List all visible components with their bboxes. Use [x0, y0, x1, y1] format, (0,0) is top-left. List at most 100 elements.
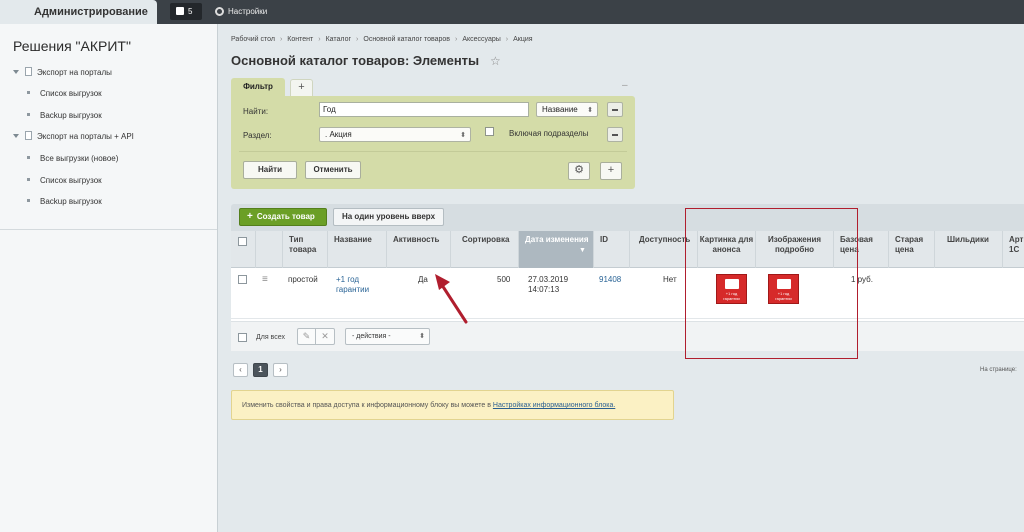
sidebar-item-label: Backup выгрузок — [40, 197, 102, 206]
edit-selected-button[interactable]: ✎ — [297, 328, 316, 345]
header-article[interactable]: Арт 1С — [1002, 231, 1024, 268]
cell-type: простой — [288, 275, 318, 284]
notification-count: 5 — [188, 7, 193, 16]
find-field-value: Название — [542, 105, 578, 114]
sidebar-divider — [0, 229, 217, 230]
breadcrumb-item[interactable]: Акция — [513, 36, 532, 43]
bullet-icon — [27, 199, 30, 202]
actions-select[interactable]: - действия - ⬍ — [345, 328, 430, 345]
breadcrumb-item[interactable]: Контент — [287, 36, 313, 43]
prev-page-button[interactable]: ‹ — [233, 363, 248, 377]
delete-selected-button[interactable]: ✕ — [316, 328, 335, 345]
sidebar-item-label: Экспорт на порталы — [37, 68, 112, 77]
row-checkbox[interactable] — [238, 275, 247, 284]
cell-name-link[interactable]: +1 год гарантии — [336, 275, 376, 295]
filter-tab[interactable]: Фильтр — [231, 78, 285, 97]
add-filter-tab-button[interactable]: + — [290, 79, 313, 96]
iblock-settings-link[interactable]: Настройках информационного блока. — [493, 402, 615, 409]
sidebar-item-label: Список выгрузок — [40, 89, 102, 98]
header-old-price[interactable]: Старая цена — [888, 231, 934, 268]
select-arrow-icon: ⬍ — [460, 132, 466, 139]
annotation-rectangle — [685, 208, 858, 359]
find-label: Найти: — [243, 107, 269, 116]
add-filter-field-button[interactable]: + — [600, 162, 622, 180]
sidebar-item-backup-api[interactable]: Backup выгрузок — [27, 196, 102, 208]
notification-icon — [176, 7, 184, 15]
filter-minimize-button[interactable]: – — [622, 80, 628, 91]
find-button[interactable]: Найти — [243, 161, 297, 179]
bullet-icon — [27, 156, 30, 159]
sidebar-item-label: Backup выгрузок — [40, 111, 102, 120]
settings-label: Настройки — [228, 7, 268, 16]
select-all-checkbox[interactable] — [238, 237, 247, 246]
table-row[interactable]: ≡ простой +1 год гарантии Да 500 27.03.2… — [231, 269, 1024, 319]
header-date[interactable]: Дата изменения ▼ — [518, 231, 593, 268]
breadcrumb-item[interactable]: Рабочий стол — [231, 36, 275, 43]
filter-divider — [239, 151, 627, 152]
breadcrumb-item[interactable]: Основной каталог товаров — [363, 36, 450, 43]
admin-tab[interactable]: Администрирование — [0, 0, 157, 24]
cell-id-link[interactable]: 91408 — [599, 275, 621, 285]
notice-text: Изменить свойства и права доступа к инфо… — [242, 402, 493, 409]
table-header: Тип товара Название Активность Сортировк… — [231, 231, 1024, 268]
header-type[interactable]: Тип товара — [282, 231, 327, 268]
find-input[interactable]: Год — [319, 102, 529, 117]
top-bar: Администрирование 5 Настройки — [0, 0, 1024, 24]
document-icon — [25, 67, 32, 76]
sidebar-item-backup[interactable]: Backup выгрузок — [27, 110, 102, 122]
header-id[interactable]: ID — [593, 231, 629, 268]
breadcrumb-item[interactable]: Каталог — [326, 36, 351, 43]
favorite-star-icon[interactable]: ☆ — [490, 54, 501, 68]
elements-table: Тип товара Название Активность Сортировк… — [231, 231, 1024, 351]
sidebar-item-export-portals[interactable]: Экспорт на порталы — [13, 67, 112, 79]
sidebar-item-label: Все выгрузки (новое) — [40, 154, 119, 163]
sort-desc-icon: ▼ — [579, 247, 586, 254]
header-menu — [255, 231, 282, 268]
caret-down-icon[interactable] — [13, 134, 19, 138]
find-field-select[interactable]: Название ⬍ — [536, 102, 598, 117]
notifications-button[interactable]: 5 — [170, 3, 202, 20]
up-level-button[interactable]: На один уровень вверх — [333, 208, 444, 226]
header-sort[interactable]: Сортировка — [450, 231, 518, 268]
create-product-button[interactable]: + Создать товар — [239, 208, 327, 226]
bullet-icon — [27, 113, 30, 116]
sidebar: Решения "АКРИТ" Экспорт на порталы Списо… — [0, 24, 218, 532]
page-1-button[interactable]: 1 — [253, 363, 268, 377]
row-menu-icon[interactable]: ≡ — [262, 274, 268, 285]
remove-section-button[interactable] — [607, 127, 623, 142]
sidebar-item-all-exports[interactable]: Все выгрузки (новое) — [27, 153, 118, 165]
select-arrow-icon: ⬍ — [587, 107, 593, 114]
cell-sort: 500 — [497, 275, 511, 284]
section-value: . Акция — [325, 130, 352, 139]
table-footer: Для всех ✎ ✕ - действия - ⬍ — [231, 321, 1024, 351]
cell-date: 27.03.2019 14:07:13 — [528, 275, 569, 294]
header-date-label: Дата изменения — [525, 235, 589, 244]
cell-availability: Нет — [663, 275, 677, 284]
cancel-button[interactable]: Отменить — [305, 161, 361, 179]
sidebar-item-export-list[interactable]: Список выгрузок — [27, 88, 102, 100]
breadcrumb-item[interactable]: Аксессуары — [462, 36, 500, 43]
filter-panel: Найти: Год Название ⬍ Раздел: . Акция ⬍ Вк… — [231, 96, 635, 189]
settings-button[interactable]: Настройки — [215, 0, 267, 24]
caret-down-icon[interactable] — [13, 70, 19, 74]
next-page-button[interactable]: › — [273, 363, 288, 377]
sidebar-item-export-list-api[interactable]: Список выгрузок — [27, 175, 102, 187]
for-all-checkbox[interactable] — [238, 333, 247, 342]
breadcrumb-separator: › — [356, 36, 359, 43]
bullet-icon — [27, 91, 30, 94]
filter-settings-button[interactable]: ⚙ — [568, 162, 590, 180]
remove-find-button[interactable] — [607, 102, 623, 117]
section-select[interactable]: . Акция ⬍ — [319, 127, 471, 142]
header-badges[interactable]: Шильдики — [934, 231, 1002, 268]
breadcrumb-separator: › — [318, 36, 321, 43]
gear-icon: ⚙ — [574, 164, 584, 176]
include-subsections-checkbox[interactable] — [485, 127, 494, 136]
breadcrumb-separator: › — [279, 36, 283, 43]
header-active[interactable]: Активность — [386, 231, 450, 268]
for-all-label: Для всех — [256, 334, 285, 341]
sidebar-item-label: Список выгрузок — [40, 176, 102, 185]
sidebar-item-export-portals-api[interactable]: Экспорт на порталы + API — [13, 131, 134, 143]
header-name[interactable]: Название — [327, 231, 386, 268]
breadcrumb-separator: › — [455, 36, 458, 43]
breadcrumb: Рабочий стол › Контент › Каталог › Основной ка… — [231, 36, 533, 43]
